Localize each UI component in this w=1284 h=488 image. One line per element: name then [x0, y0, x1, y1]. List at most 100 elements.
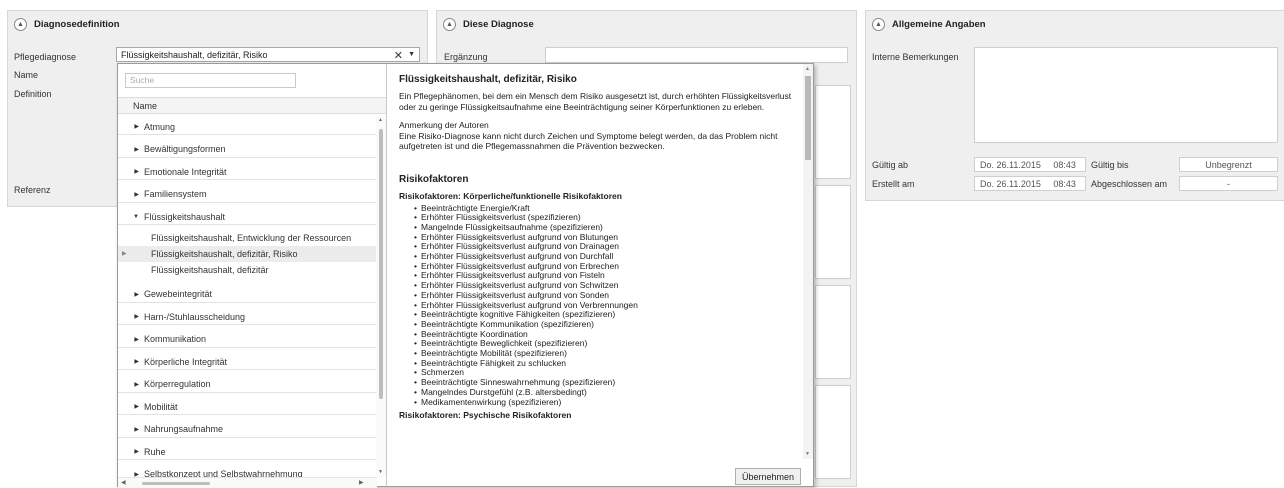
- collapsed-arrow-icon[interactable]: ▶: [118, 146, 144, 153]
- scroll-up-icon[interactable]: ▲: [378, 117, 383, 123]
- expanded-arrow-icon[interactable]: ▼: [118, 214, 144, 220]
- scroll-thumb[interactable]: [142, 482, 210, 485]
- tree-item-label: Mobilität: [144, 401, 178, 412]
- collapsed-arrow-icon[interactable]: ▶: [118, 123, 144, 130]
- tree-item-label: Nahrungsaufnahme: [144, 424, 224, 434]
- detail-description: Ein Pflegephänomen, bei dem ein Mensch d…: [399, 91, 792, 112]
- gueltig-ab-field[interactable]: Do. 26.11.2015 08:43: [974, 157, 1086, 172]
- tree-item-label: Flüssigkeitshaushalt, defizitär, Risiko: [151, 248, 298, 259]
- text-area-1[interactable]: [815, 85, 851, 179]
- tree-category-item[interactable]: ▶ Atmung: [118, 119, 377, 135]
- tree-category-item[interactable]: ▶ Körperregulation: [118, 377, 377, 393]
- tree-item-label: Atmung: [144, 121, 176, 132]
- text-area-2[interactable]: [815, 185, 851, 279]
- scroll-thumb[interactable]: [379, 129, 383, 399]
- ergaenzung-label: Ergänzung: [444, 52, 488, 62]
- collapsed-arrow-icon[interactable]: ▶: [118, 426, 144, 433]
- panel-title: Allgemeine Angaben: [892, 18, 986, 30]
- collapsed-arrow-icon[interactable]: ▶: [118, 381, 144, 388]
- erstellt-am-field[interactable]: Do. 26.11.2015 08:43: [974, 176, 1086, 191]
- tree-item-label: Körperregulation: [144, 379, 211, 389]
- panel-title: Diagnosedefinition: [34, 18, 120, 30]
- tree-vertical-scrollbar[interactable]: ▲ ▼: [376, 115, 386, 477]
- tree-item-label: Emotionale Integrität: [144, 166, 227, 177]
- tree-category-item[interactable]: ▶ Ruhe: [118, 444, 377, 460]
- collapsed-arrow-icon[interactable]: ▶: [118, 191, 144, 198]
- chevron-down-icon[interactable]: ▼: [408, 51, 415, 58]
- tree-item-label: Harn-/Stuhlausscheidung: [144, 311, 246, 322]
- definition-label: Definition: [14, 89, 52, 99]
- interne-bemerkungen-input[interactable]: [974, 47, 1278, 143]
- tree-category-item[interactable]: ▶ Mobilität: [118, 399, 377, 415]
- tree-category-item[interactable]: ▶ Bewältigungsformen: [118, 142, 377, 158]
- tree-category-item[interactable]: ▶ Emotionale Integrität: [118, 164, 377, 180]
- tree-item-label: Flüssigkeitshaushalt: [144, 211, 226, 222]
- scroll-right-icon[interactable]: ▶: [359, 479, 364, 486]
- scroll-up-icon[interactable]: ▲: [805, 66, 810, 72]
- tree-item-label: Kommunikation: [144, 334, 207, 344]
- detail-title: Flüssigkeitshaushalt, defizitär, Risiko: [399, 74, 577, 85]
- collapsed-arrow-icon[interactable]: ▶: [118, 313, 144, 320]
- search-input[interactable]: Suche: [125, 73, 296, 88]
- pflegediagnose-combobox[interactable]: Flüssigkeitshaushalt, defizitär, Risiko …: [116, 47, 420, 62]
- collapsed-arrow-icon[interactable]: ▶: [118, 403, 144, 410]
- gueltig-bis-field[interactable]: Unbegrenzt: [1179, 157, 1278, 172]
- clear-icon[interactable]: ✕: [394, 49, 403, 62]
- collapse-icon[interactable]: ▲: [443, 17, 456, 31]
- apply-button[interactable]: Übernehmen: [734, 468, 801, 485]
- collapse-icon[interactable]: ▲: [14, 17, 27, 31]
- scroll-left-icon[interactable]: ◀: [121, 479, 126, 486]
- detail-vertical-scrollbar[interactable]: ▲ ▼: [803, 64, 813, 459]
- scroll-down-icon[interactable]: ▼: [805, 451, 810, 457]
- category-tree-pane: Suche Name ▶ Atmung ▶ Bewältigungsformen ▶ Em…: [118, 64, 387, 488]
- tree-category-item[interactable]: ▶ Körperliche Integrität: [118, 354, 377, 370]
- category-tree: ▶ Atmung ▶ Bewältigungsformen ▶ Emotionale In…: [118, 115, 377, 477]
- tree-item-label: Familiensystem: [144, 189, 207, 199]
- collapsed-arrow-icon[interactable]: ▶: [118, 358, 144, 365]
- tree-category-item[interactable]: ▶ Kommunikation: [118, 332, 377, 348]
- gueltig-ab-label: Gültig ab: [872, 160, 909, 170]
- text-area-3[interactable]: [815, 285, 851, 379]
- collapsed-arrow-icon[interactable]: ▶: [118, 291, 144, 298]
- referenz-label: Referenz: [14, 185, 51, 195]
- column-header-name[interactable]: Name: [118, 97, 386, 114]
- risk-subheading-psychic: Risikofaktoren: Psychische Risikofaktore…: [399, 410, 572, 421]
- abgeschlossen-am-label: Abgeschlossen am: [1091, 179, 1168, 189]
- tree-category-item[interactable]: ▶ Harn-/Stuhlausscheidung: [118, 309, 377, 325]
- gueltig-bis-label: Gültig bis: [1091, 160, 1129, 170]
- panel-title: Diese Diagnose: [463, 18, 534, 30]
- panel-header: ▲ Diagnosedefinition: [8, 11, 427, 37]
- diagnose-dropdown-popup: Suche Name ▶ Atmung ▶ Bewältigungsformen ▶ Em…: [117, 63, 814, 488]
- tree-item-label: Flüssigkeitshaushalt, Entwicklung der Re…: [151, 232, 352, 243]
- tree-item-label: Bewältigungsformen: [144, 144, 226, 154]
- collapse-icon[interactable]: ▲: [872, 17, 885, 31]
- ergaenzung-input[interactable]: [545, 47, 848, 63]
- tree-category-item[interactable]: ▶ Gewebeintegrität: [118, 287, 377, 303]
- panel-allgemeine-angaben: ▲ Allgemeine Angaben Interne Bemerkungen…: [865, 10, 1284, 201]
- tree-category-item[interactable]: ▶ Familiensystem: [118, 187, 377, 203]
- tree-diagnose-item[interactable]: Flüssigkeitshaushalt, defizitär: [118, 262, 377, 278]
- collapsed-arrow-icon[interactable]: ▶: [118, 336, 144, 343]
- detail-content: Flüssigkeitshaushalt, defizitär, Risiko …: [399, 74, 799, 423]
- tree-category-item[interactable]: ▶ Nahrungsaufnahme: [118, 422, 377, 438]
- erstellt-am-label: Erstellt am: [872, 179, 915, 189]
- scroll-down-icon[interactable]: ▼: [378, 469, 383, 475]
- scroll-thumb[interactable]: [805, 76, 811, 160]
- collapsed-arrow-icon[interactable]: ▶: [118, 168, 144, 175]
- note-heading: Anmerkung der Autoren: [399, 120, 489, 130]
- risk-heading: Risikofaktoren: [399, 173, 469, 185]
- interne-bemerkungen-label: Interne Bemerkungen: [872, 52, 959, 62]
- tree-diagnose-item[interactable]: Flüssigkeitshaushalt, Entwicklung der Re…: [118, 230, 377, 246]
- tree-horizontal-scrollbar[interactable]: ◀ ▶: [118, 477, 377, 488]
- risk-subheading-physical: Risikofaktoren: Körperliche/funktionelle…: [399, 190, 622, 201]
- text-area-4[interactable]: [815, 385, 851, 479]
- risk-factor-item: Medikamentenwirkung (spezifizieren): [414, 397, 799, 408]
- collapsed-arrow-icon[interactable]: ▶: [118, 448, 144, 455]
- abgeschlossen-am-field[interactable]: -: [1179, 176, 1278, 191]
- current-row-icon: ▶: [122, 251, 127, 257]
- tree-diagnose-item[interactable]: ▶ Flüssigkeitshaushalt, defizitär, Risiko: [118, 245, 377, 262]
- tree-category-item[interactable]: ▼ Flüssigkeitshaushalt: [118, 209, 377, 225]
- diagnose-detail-pane: Flüssigkeitshaushalt, defizitär, Risiko …: [388, 64, 813, 488]
- tree-category-item[interactable]: ▶ Selbstkonzept und Selbstwahrnehmung: [118, 467, 377, 477]
- pflegediagnose-label: Pflegediagnose: [14, 52, 77, 62]
